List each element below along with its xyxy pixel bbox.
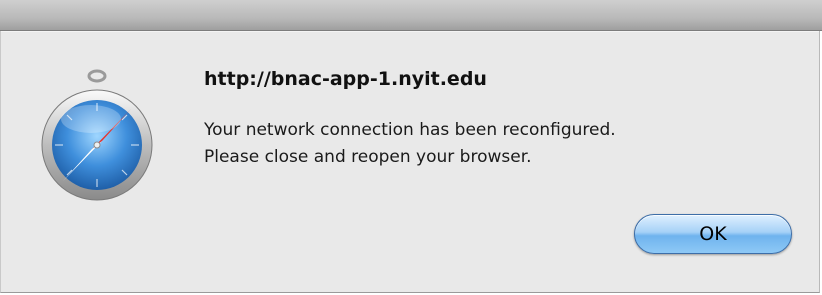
screen: http://bnac-app-1.nyit.edu Your network … <box>0 0 822 295</box>
safari-compass-icon <box>41 69 153 201</box>
ok-button[interactable]: OK <box>634 214 792 254</box>
message-line-1: Your network connection has been reconfi… <box>204 120 616 140</box>
message-line-2: Please close and reopen your browser. <box>204 147 532 167</box>
dialog-message: Your network connection has been reconfi… <box>204 117 616 171</box>
window-titlebar <box>0 0 822 31</box>
alert-dialog: http://bnac-app-1.nyit.edu Your network … <box>0 31 820 293</box>
dialog-title: http://bnac-app-1.nyit.edu <box>204 68 487 90</box>
